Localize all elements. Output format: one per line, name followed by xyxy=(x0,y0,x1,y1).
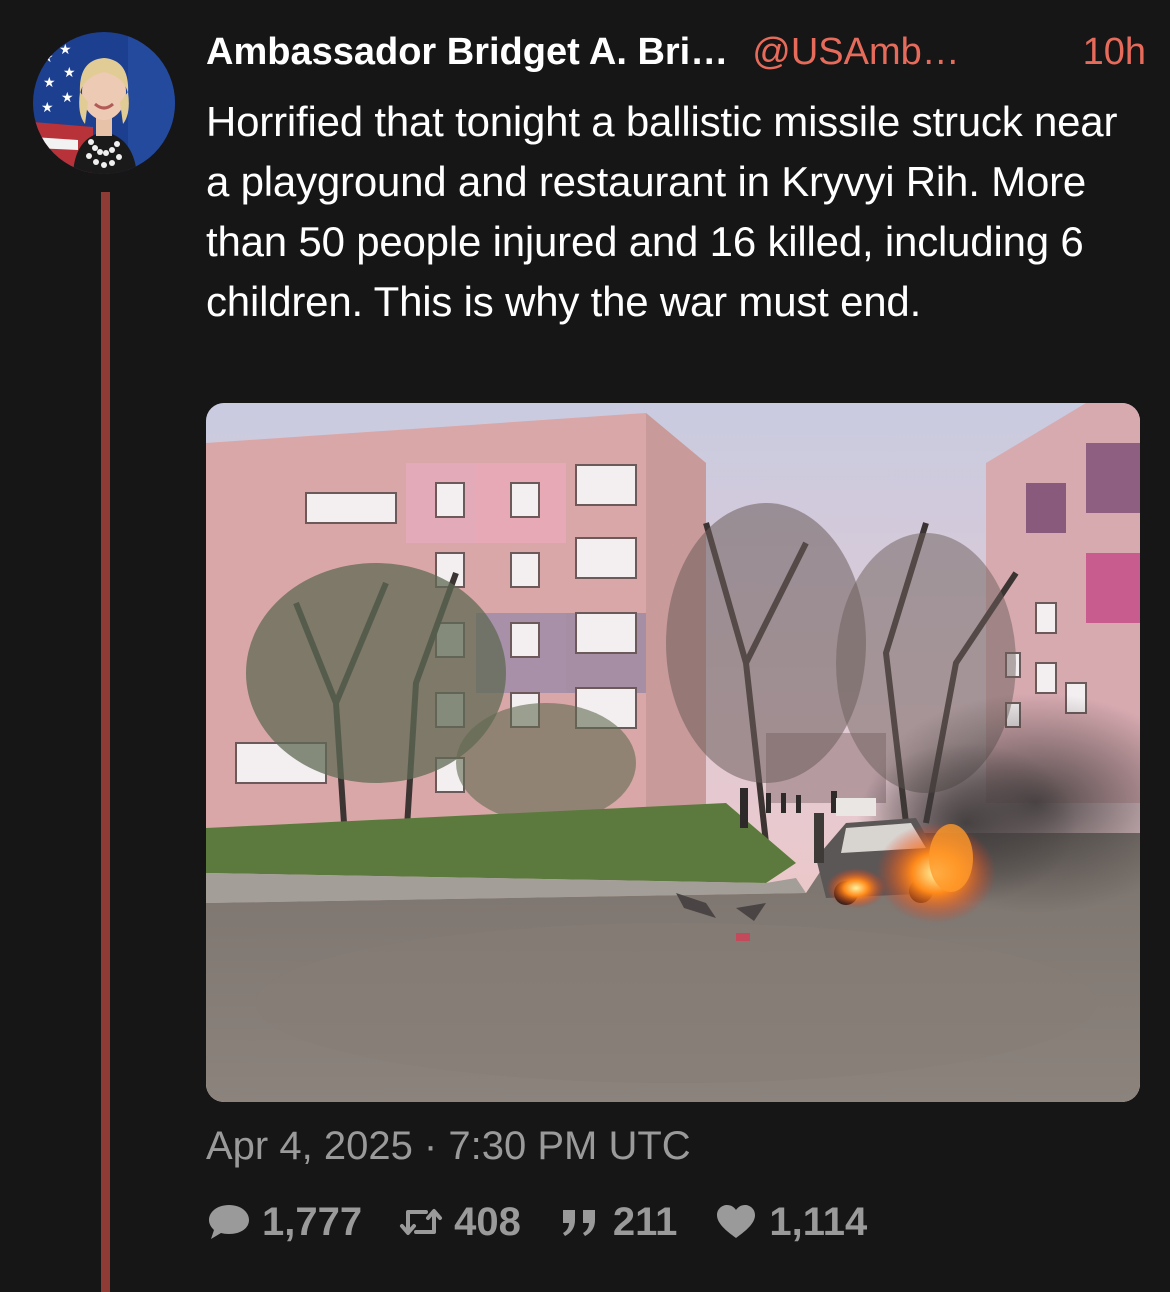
speech-bubble-icon xyxy=(209,1205,249,1239)
heart-icon xyxy=(717,1205,756,1238)
quote-button[interactable]: 211 xyxy=(557,1199,678,1245)
svg-text:★: ★ xyxy=(41,50,54,66)
tweet-header: Ambassador Bridget A. Bri… @USAmb… 10h xyxy=(206,28,1146,76)
time-ago[interactable]: 10h xyxy=(1083,28,1146,76)
avatar[interactable]: ★ ★ ★ ★ ★ ★ xyxy=(33,32,175,174)
svg-text:★: ★ xyxy=(63,65,76,81)
retweet-icon xyxy=(400,1209,443,1235)
svg-text:★: ★ xyxy=(59,42,72,58)
avatar-image: ★ ★ ★ ★ ★ ★ xyxy=(33,32,175,174)
retweet-button[interactable]: 408 xyxy=(398,1200,521,1245)
svg-text:★: ★ xyxy=(43,75,56,91)
tweet-text: Horrified that tonight a ballistic missi… xyxy=(206,98,1118,325)
tweet-timestamp[interactable]: Apr 4, 2025 · 7:30 PM UTC xyxy=(206,1122,691,1170)
author-name[interactable]: Ambassador Bridget A. Bri… xyxy=(206,28,728,76)
tweet-actions: 1,777 408 211 1,114 xyxy=(206,1196,903,1248)
retweet-count: 408 xyxy=(454,1199,521,1244)
author-handle[interactable]: @USAmb… xyxy=(752,28,960,76)
svg-text:★: ★ xyxy=(61,90,74,106)
like-count: 1,114 xyxy=(769,1199,868,1244)
like-button[interactable]: 1,114 xyxy=(713,1200,867,1245)
tweet-image[interactable] xyxy=(206,403,1140,1102)
svg-text:★: ★ xyxy=(41,100,54,116)
thread-line xyxy=(101,192,110,1292)
reply-count: 1,777 xyxy=(262,1199,363,1244)
quote-icon xyxy=(562,1210,595,1236)
photo-burning-car-apartment-block xyxy=(206,403,1140,1102)
quote-count: 211 xyxy=(612,1199,678,1244)
reply-button[interactable]: 1,777 xyxy=(206,1200,362,1245)
